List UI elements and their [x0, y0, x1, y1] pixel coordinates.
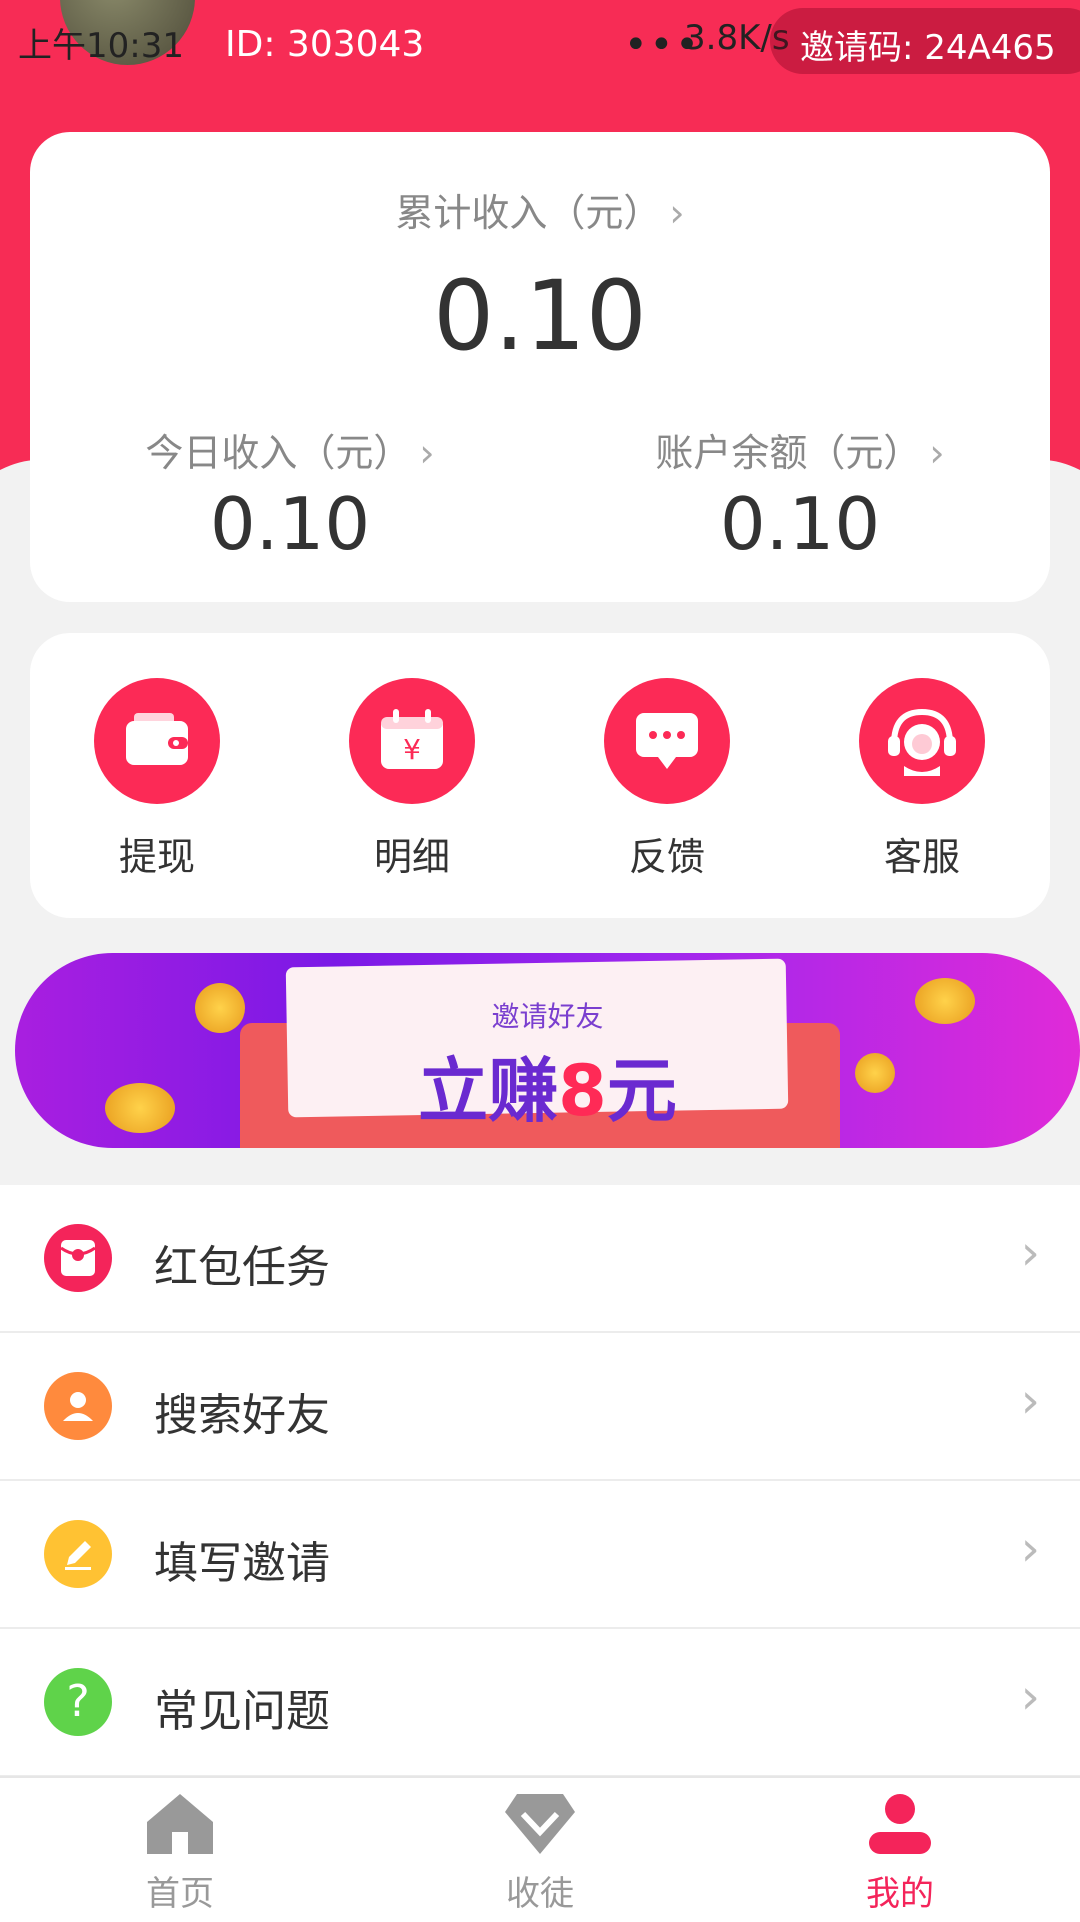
earnings-card: 累计收入（元） › 0.10 今日收入（元） › 0.10 账户余额（元） › 0.1…: [30, 132, 1050, 602]
chevron-right-icon: ›: [419, 431, 435, 475]
customer-service-button[interactable]: 客服: [822, 678, 1022, 881]
menu-item-label: 红包任务: [154, 1242, 330, 1293]
withdraw-label: 提现: [118, 835, 195, 879]
chevron-right-icon: ›: [1020, 1373, 1040, 1429]
banner-title-suffix: 元: [606, 1050, 677, 1132]
menu-item-label: 常见问题: [154, 1686, 330, 1737]
menu-item-faq[interactable]: ? 常见问题 ›: [0, 1629, 1080, 1777]
quick-actions-card: 提现 ¥ 明细 反馈 客服: [30, 633, 1050, 918]
home-icon: [147, 1794, 213, 1854]
headset-icon: [859, 678, 985, 804]
wallet-icon: [94, 678, 220, 804]
balance-value: 0.10: [719, 482, 881, 566]
today-income-value: 0.10: [209, 482, 371, 566]
chevron-right-icon: ›: [669, 191, 685, 235]
tab-home[interactable]: 首页: [80, 1792, 280, 1915]
details-label: 明细: [373, 835, 450, 879]
feedback-label: 反馈: [628, 835, 705, 879]
tab-apprentice[interactable]: 收徒: [440, 1792, 640, 1915]
balance-link[interactable]: 账户余额（元） ›: [590, 422, 1010, 477]
details-button[interactable]: ¥ 明细: [312, 678, 512, 881]
svg-text:¥: ¥: [403, 733, 421, 766]
chevron-right-icon: ›: [1020, 1521, 1040, 1577]
menu-item-fill-invite[interactable]: 填写邀请 ›: [0, 1481, 1080, 1629]
total-income-link[interactable]: 累计收入（元） ›: [30, 182, 1050, 237]
menu-item-red-packet-task[interactable]: 红包任务 ›: [0, 1185, 1080, 1333]
tab-home-label: 首页: [146, 1874, 214, 1914]
total-income-value: 0.10: [433, 260, 647, 372]
menu-item-label: 填写邀请: [154, 1538, 330, 1589]
tab-mine[interactable]: 我的: [800, 1792, 1000, 1915]
invite-code[interactable]: 邀请码: 24A465: [800, 20, 1056, 69]
diamond-icon: [505, 1794, 575, 1854]
banner-title: 立赚8元: [15, 1035, 1080, 1136]
chevron-right-icon: ›: [1020, 1669, 1040, 1725]
status-time: 上午10:31: [18, 26, 184, 66]
question-icon: ?: [44, 1668, 112, 1736]
feedback-button[interactable]: 反馈: [567, 678, 767, 881]
withdraw-button[interactable]: 提现: [57, 678, 257, 881]
banner-title-number: 8: [558, 1050, 607, 1132]
banner-title-prefix: 立赚: [418, 1050, 559, 1132]
red-packet-icon: [44, 1224, 112, 1292]
invite-friends-banner[interactable]: 邀请好友 立赚8元: [15, 953, 1080, 1148]
person-icon: [44, 1372, 112, 1440]
banner-subtitle: 邀请好友: [491, 1000, 604, 1033]
total-income-label: 累计收入（元）: [395, 191, 662, 235]
menu-item-search-friends[interactable]: 搜索好友 ›: [0, 1333, 1080, 1481]
bottom-tab-bar: 首页 收徒 我的: [0, 1776, 1080, 1922]
pencil-icon: [44, 1520, 112, 1588]
tab-apprentice-label: 收徒: [506, 1874, 574, 1914]
chevron-right-icon: ›: [1020, 1225, 1040, 1281]
balance-label: 账户余额（元）: [655, 431, 922, 475]
menu-item-label: 搜索好友: [154, 1390, 330, 1441]
question-mark: ?: [66, 1676, 90, 1727]
customer-service-label: 客服: [883, 835, 960, 879]
chat-bubble-icon: [604, 678, 730, 804]
user-icon: [869, 1794, 931, 1854]
calendar-yen-icon: ¥: [349, 678, 475, 804]
today-income-link[interactable]: 今日收入（元） ›: [80, 422, 500, 477]
tab-mine-label: 我的: [866, 1874, 934, 1914]
menu-list: 红包任务 › 搜索好友 › 填写邀请 › ? 常见问题 ›: [0, 1185, 1080, 1777]
status-bar: 上午10:31 ID: 303043 ••• 3.8K/s 邀请码: 24A46…: [0, 0, 1080, 90]
user-id: ID: 303043: [225, 24, 425, 65]
chevron-right-icon: ›: [929, 431, 945, 475]
today-income-label: 今日收入（元）: [145, 431, 412, 475]
